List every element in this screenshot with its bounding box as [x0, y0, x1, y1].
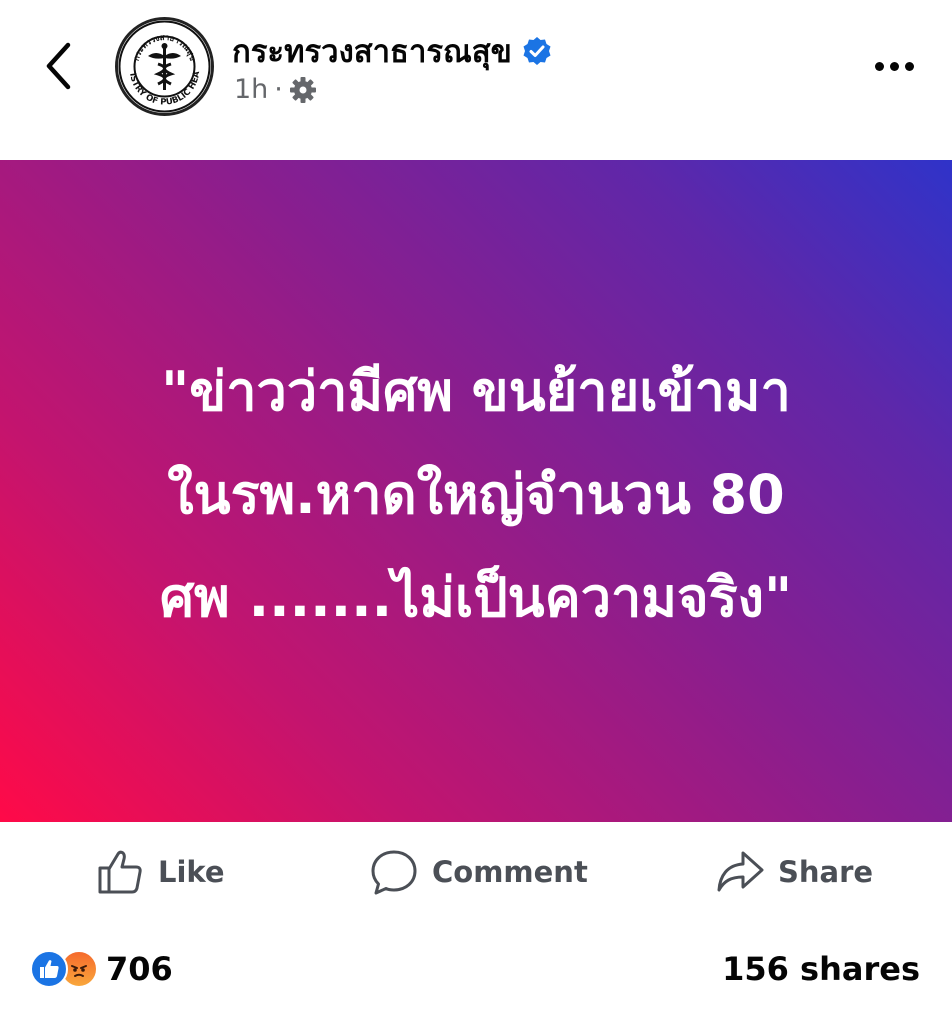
- page-name[interactable]: กระทรวงสาธารณสุข: [232, 26, 512, 76]
- chevron-left-icon: [46, 42, 71, 90]
- shares-count[interactable]: 156 shares: [722, 950, 920, 988]
- comment-button[interactable]: Comment: [370, 846, 588, 898]
- comment-label: Comment: [432, 855, 588, 889]
- comment-icon: [371, 850, 417, 895]
- like-reaction-icon: [30, 950, 68, 988]
- share-button[interactable]: Share: [716, 846, 873, 898]
- page-avatar[interactable]: MINISTRY OF PUBLIC HEALTH กระทรวงสาธารณส…: [115, 17, 214, 116]
- post-line: ศพ .......ไม่เป็นความจริง": [159, 565, 793, 629]
- reaction-count: 706: [106, 950, 173, 988]
- reactions-summary[interactable]: 706: [30, 950, 173, 988]
- post-time[interactable]: 1h: [234, 74, 268, 105]
- page-name-row: กระทรวงสาธารณสุข: [232, 26, 552, 76]
- post-header: MINISTRY OF PUBLIC HEALTH กระทรวงสาธารณส…: [0, 0, 952, 160]
- like-button[interactable]: Like: [96, 846, 225, 898]
- more-dot: [889, 61, 899, 71]
- post-line: ในรพ.หาดใหญ่จำนวน 80: [167, 462, 785, 526]
- like-label: Like: [158, 855, 225, 889]
- more-dot: [904, 61, 914, 71]
- thumbs-up-icon: [98, 850, 142, 894]
- more-dots-icon: [874, 61, 884, 71]
- post-meta: 1h ·: [234, 74, 317, 105]
- meta-separator: ·: [274, 74, 283, 105]
- ministry-seal-logo: MINISTRY OF PUBLIC HEALTH กระทรวงสาธารณส…: [118, 20, 211, 113]
- post-content-card: "ข่าวว่ามีศพ ขนย้ายเข้ามา ในรพ.หาดใหญ่จำ…: [0, 160, 952, 822]
- back-button[interactable]: [36, 40, 80, 92]
- gear-icon: [289, 76, 316, 103]
- verified-badge-icon: [523, 37, 551, 65]
- share-label: Share: [778, 855, 874, 889]
- post-actions-bar: Like Comment Share: [0, 822, 952, 922]
- share-arrow-icon: [717, 851, 764, 892]
- post-line: "ข่าวว่ามีศพ ขนย้ายเข้ามา: [161, 359, 791, 423]
- post-stats: 706 156 shares: [0, 922, 952, 1024]
- more-options-button[interactable]: [866, 48, 922, 84]
- post-text: "ข่าวว่ามีศพ ขนย้ายเข้ามา ในรพ.หาดใหญ่จำ…: [66, 340, 886, 649]
